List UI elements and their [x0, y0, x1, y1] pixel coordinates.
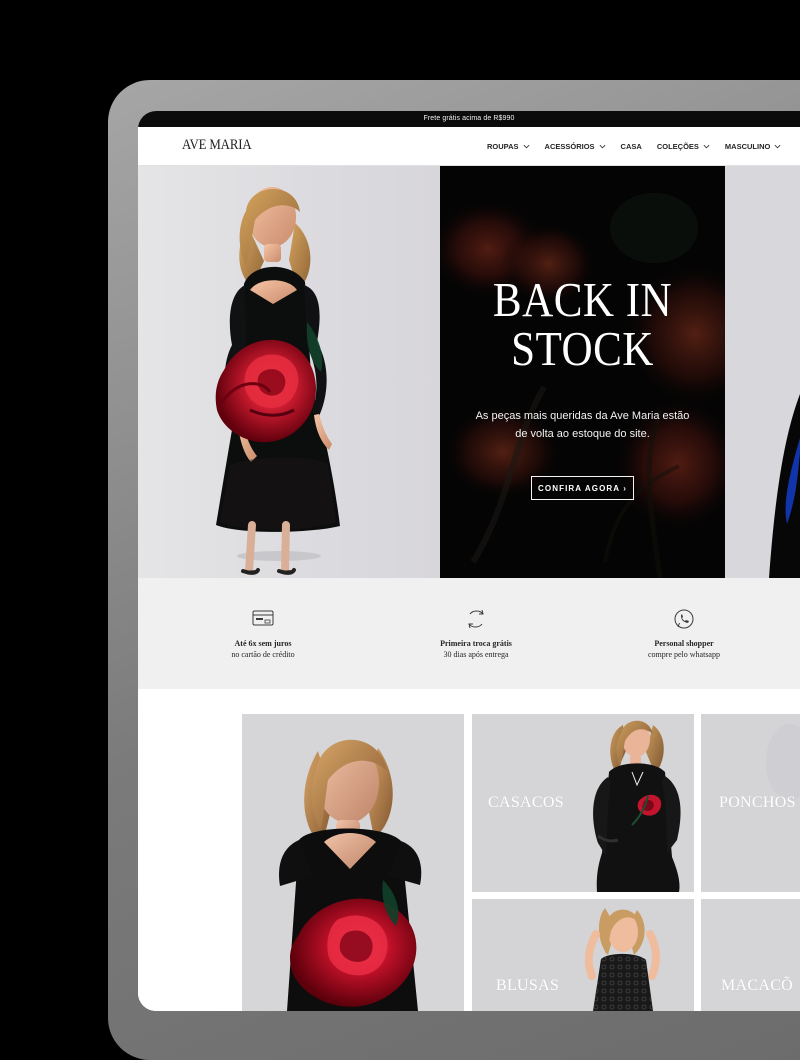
- chevron-down-icon: [703, 144, 710, 148]
- benefit-personal-shopper-subtitle: compre pelo whatsapp: [648, 650, 720, 659]
- hero-description: As peças mais queridas da Ave Maria estã…: [464, 407, 701, 443]
- announcement-text: Frete grátis acima de R$990: [423, 115, 515, 122]
- nav-item-casa[interactable]: CASA: [621, 142, 642, 151]
- back-in-stock-panel[interactable]: BACK IN STOCK As peças mais queridas da …: [440, 166, 725, 578]
- hero-title-line-1: BACK IN: [492, 272, 673, 327]
- hero-description-line-2: de volta ao estoque do site.: [515, 428, 650, 440]
- category-label-ponchos: PONCHOS: [719, 794, 796, 811]
- chevron-down-icon: [774, 144, 781, 148]
- main-navigation: ROUPAS ACESSÓRIOS CASA COLEÇÕES MASCULIN…: [487, 127, 781, 165]
- benefits-bar: Até 6x sem juros no cartão de crédito Pr…: [138, 578, 800, 689]
- credit-card-icon: [252, 610, 274, 626]
- benefit-installments-subtitle: no cartão de crédito: [231, 650, 295, 659]
- chevron-down-icon: [599, 144, 605, 148]
- category-label-macacoes: MACACÕ: [721, 977, 794, 994]
- nav-label-masculino: MASCULINO: [724, 141, 771, 151]
- category-card-macacoes[interactable]: MACACÕ: [701, 899, 800, 1011]
- website-screen: Frete grátis acima de R$990 AVE MARIA RO…: [138, 111, 800, 1011]
- benefit-first-exchange-subtitle: 30 dias após entrega: [443, 650, 509, 659]
- chevron-down-icon: [523, 144, 529, 148]
- woman-in-rose-dress-illustration: [215, 187, 340, 575]
- nav-label-roupas: ROUPAS: [487, 141, 519, 151]
- site-header: AVE MARIA ROUPAS ACESSÓRIOS CASA COLEÇÕE…: [138, 127, 800, 166]
- announcement-bar: Frete grátis acima de R$990: [138, 111, 800, 127]
- hero-title-line-2: STOCK: [511, 321, 654, 376]
- ave-maria-logo[interactable]: AVE MARIA: [182, 137, 252, 154]
- next-model-image-fragment: [725, 166, 800, 578]
- benefit-personal-shopper: Personal shopper compre pelo whatsapp: [599, 605, 769, 660]
- nav-label-acessorios: ACESSÓRIOS: [544, 141, 595, 151]
- category-label-blusas: BLUSAS: [496, 977, 560, 994]
- category-card-casacos[interactable]: CASACOS: [472, 714, 694, 892]
- category-card-blusas[interactable]: BLUSAS: [472, 899, 694, 1011]
- benefit-installments: Até 6x sem juros no cartão de crédito: [178, 605, 348, 660]
- hero-description-line-1: As peças mais queridas da Ave Maria estã…: [475, 410, 690, 422]
- exchange-icon: [468, 609, 484, 629]
- benefit-personal-shopper-title: Personal shopper: [654, 639, 714, 648]
- nav-item-masculino[interactable]: MASCULINO: [725, 142, 781, 151]
- hero-model-image[interactable]: [138, 166, 440, 578]
- category-card-ponchos[interactable]: PONCHOS: [701, 714, 800, 892]
- whatsapp-icon: [674, 609, 694, 629]
- category-grid: CASACOS PONCHOS BLUSAS MACACÕ: [138, 689, 800, 1011]
- category-label-casacos: CASACOS: [488, 794, 564, 811]
- nav-item-acessorios[interactable]: ACESSÓRIOS: [545, 142, 606, 151]
- next-hero-image-peek[interactable]: [725, 166, 800, 578]
- benefit-installments-title: Até 6x sem juros: [234, 639, 292, 648]
- benefit-first-exchange-title: Primeira troca grátis: [440, 639, 512, 648]
- nav-label-colecoes: COLEÇÕES: [656, 141, 699, 151]
- back-in-stock-title: BACK IN STOCK: [457, 275, 708, 373]
- benefit-first-exchange: Primeira troca grátis 30 dias após entre…: [391, 605, 561, 660]
- nav-item-roupas[interactable]: ROUPAS: [487, 142, 530, 151]
- featured-product-card[interactable]: [242, 714, 464, 1011]
- woman-dress-product-image: [242, 714, 464, 1011]
- confira-agora-button[interactable]: CONFIRA AGORA ›: [531, 476, 634, 500]
- nav-label-casa: CASA: [620, 141, 642, 151]
- nav-item-colecoes[interactable]: COLEÇÕES: [657, 142, 710, 151]
- hero-banner: BACK IN STOCK As peças mais queridas da …: [138, 166, 800, 578]
